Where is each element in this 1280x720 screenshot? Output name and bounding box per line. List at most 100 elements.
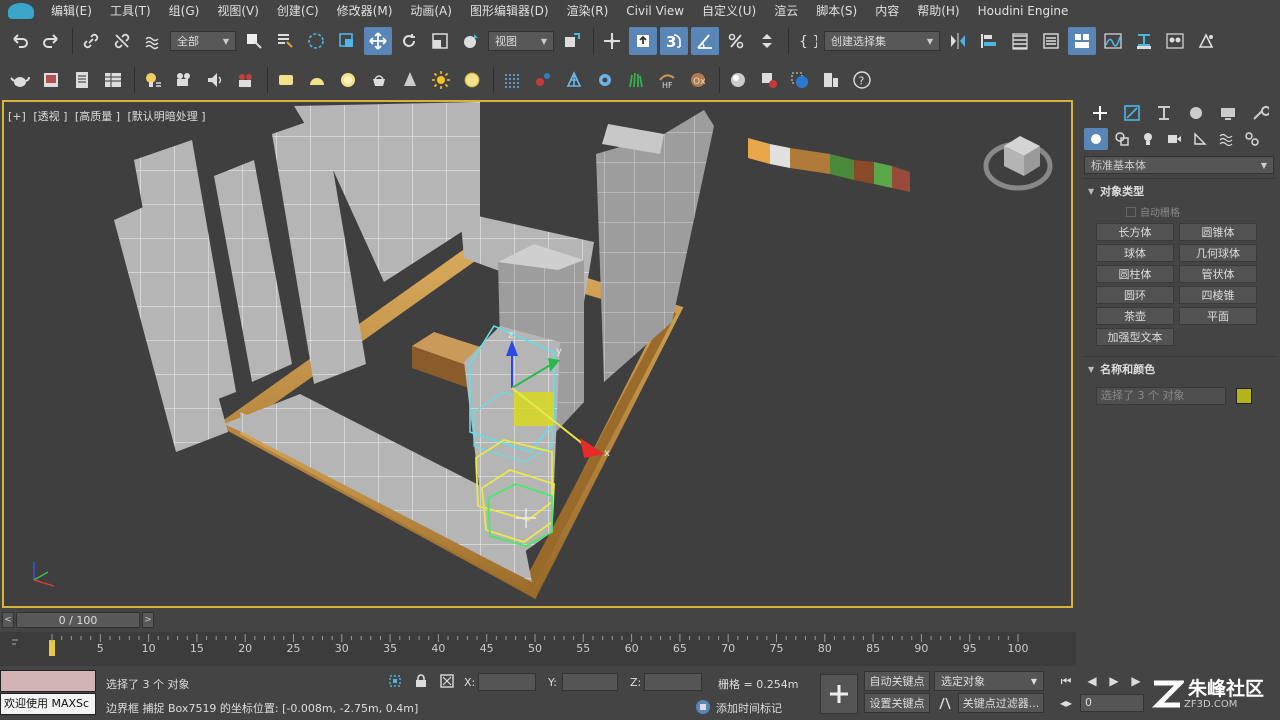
display-tab-icon[interactable] [1212,101,1244,125]
align-icon[interactable] [975,27,1003,55]
plane-button[interactable]: 平面 [1179,307,1257,325]
textplus-button[interactable]: 加强型文本 [1096,328,1174,346]
lock-icon[interactable] [412,672,430,690]
bind-spacewarp-icon[interactable] [139,27,167,55]
menu-content[interactable]: 内容 [866,0,908,22]
scene-explorer-icon[interactable] [1037,27,1065,55]
menu-civil-view[interactable]: Civil View [617,0,693,22]
time-slider-prev-button[interactable]: < [2,612,14,628]
selection-filter-dropdown[interactable]: 全部 ▼ [170,31,236,51]
window-crossing-icon[interactable] [333,27,361,55]
menu-graph-editors[interactable]: 图形编辑器(D) [461,0,558,22]
molecule-icon[interactable] [529,66,557,94]
reference-coordinate-dropdown[interactable]: 视图 ▼ [488,31,554,51]
viewport-plus-menu[interactable]: [+] [8,110,26,123]
menu-scripting[interactable]: 脚本(S) [807,0,866,22]
object-color-swatch[interactable] [1236,388,1252,404]
select-object-icon[interactable] [240,27,268,55]
link-icon[interactable] [77,27,105,55]
geosphere-button[interactable]: 几何球体 [1179,244,1257,262]
sphere-button[interactable]: 球体 [1096,244,1174,262]
camera-sequencer-icon[interactable] [170,66,198,94]
primitive-category-dropdown[interactable]: 标准基本体 ▼ [1084,156,1274,174]
torus-button[interactable]: 圆环 [1096,286,1174,304]
set-key-icon[interactable] [820,674,858,714]
app-logo-icon[interactable] [0,0,42,22]
lights-icon[interactable] [1136,128,1160,150]
render-setup-icon[interactable] [1192,27,1220,55]
schematic-view-icon[interactable] [1130,27,1158,55]
sound-icon[interactable] [201,66,229,94]
pyramid-button[interactable]: 四棱锥 [1179,286,1257,304]
key-mode-toggle-icon[interactable]: ◂▸ [1056,693,1076,713]
object-type-rollout-header[interactable]: ▼ 对象类型 [1082,179,1276,203]
video-capture-icon[interactable] [232,66,260,94]
manipulate-icon[interactable] [598,27,626,55]
auto-key-button[interactable]: 自动关键点 [864,671,930,691]
viewport-shading-menu[interactable]: [默认明暗处理 ] [128,110,206,123]
hierarchy-tab-icon[interactable] [1148,101,1180,125]
current-frame-marker[interactable] [49,640,55,656]
undo-icon[interactable] [6,27,34,55]
viewport-quality-menu[interactable]: [高质量 ] [75,110,120,123]
pivot-center-icon[interactable] [558,27,586,55]
redo-icon[interactable] [37,27,65,55]
edit-named-selection-icon[interactable]: { } [793,27,821,55]
menu-edit[interactable]: 编辑(E) [42,0,101,22]
tube-button[interactable]: 管状体 [1179,265,1257,283]
snaps-toggle-icon[interactable]: 3 [660,27,688,55]
sun-light-icon[interactable] [427,66,455,94]
z-coordinate-field[interactable] [644,673,702,691]
create-tab-icon[interactable] [1084,101,1116,125]
viewport-view-menu[interactable]: [透视 ] [33,110,67,123]
object-name-field[interactable]: 选择了 3 个 对象 [1096,387,1226,405]
menu-help[interactable]: 帮助(H) [908,0,968,22]
menu-create[interactable]: 创建(C) [268,0,328,22]
previous-frame-icon[interactable]: ◀︎ [1082,671,1102,691]
trackbar[interactable]: 5 10 15 20 25 30 35 40 45 50 55 60 65 70 75 80 85 90 95 100 [0,632,1076,666]
plane-primitive-icon[interactable] [272,66,300,94]
menu-tools[interactable]: 工具(T) [101,0,160,22]
maxscript-output[interactable] [0,670,96,692]
name-color-rollout-header[interactable]: ▼ 名称和颜色 [1082,357,1276,381]
place-icon[interactable] [457,27,485,55]
render-table-icon[interactable] [99,66,127,94]
select-scale-icon[interactable] [426,27,454,55]
key-filters-icon[interactable] [936,694,954,712]
grass-icon[interactable] [622,66,650,94]
select-by-name-icon[interactable] [271,27,299,55]
teapot-primitive-icon[interactable] [365,66,393,94]
menu-animation[interactable]: 动画(A) [401,0,461,22]
particle-grid-icon[interactable] [498,66,526,94]
menu-views[interactable]: 视图(V) [208,0,268,22]
rendered-frame-icon[interactable] [37,66,65,94]
teapot-icon[interactable] [6,66,34,94]
perspective-viewport[interactable]: x y z [+] [透视 ] [高质量 ] [默认明暗处理 ] [2,100,1073,608]
time-slider-thumb[interactable]: 0 / 100 [16,612,140,628]
render-setup-2-icon[interactable] [755,66,783,94]
cylinder-button[interactable]: 圆柱体 [1096,265,1174,283]
set-key-button[interactable]: 设置关键点 [864,693,930,713]
layer-manager-icon[interactable] [1006,27,1034,55]
select-move-icon[interactable] [364,27,392,55]
menu-renyun[interactable]: 渲云 [765,0,807,22]
motion-tab-icon[interactable] [1180,101,1212,125]
hf-icon[interactable]: HF [653,66,681,94]
render-list-icon[interactable] [68,66,96,94]
y-coordinate-field[interactable] [562,673,618,691]
add-time-tag[interactable]: 添加时间标记 [716,700,782,716]
menu-group[interactable]: 组(G) [160,0,209,22]
material-editor-icon[interactable] [1161,27,1189,55]
time-tag-icon[interactable] [694,698,712,716]
gear-icon[interactable] [591,66,619,94]
cone-button[interactable]: 圆锥体 [1179,223,1257,241]
geometry-icon[interactable] [1084,128,1108,150]
viewport-label[interactable]: [+] [透视 ] [高质量 ] [默认明暗处理 ] [8,108,210,124]
select-rotate-icon[interactable] [395,27,423,55]
toggle-ribbon-icon[interactable] [1068,27,1096,55]
material-sphere-icon[interactable] [786,66,814,94]
cone-primitive-icon[interactable] [396,66,424,94]
sphere-material-icon[interactable] [724,66,752,94]
shapes-icon[interactable] [1110,128,1134,150]
time-slider-next-button[interactable]: > [142,612,154,628]
